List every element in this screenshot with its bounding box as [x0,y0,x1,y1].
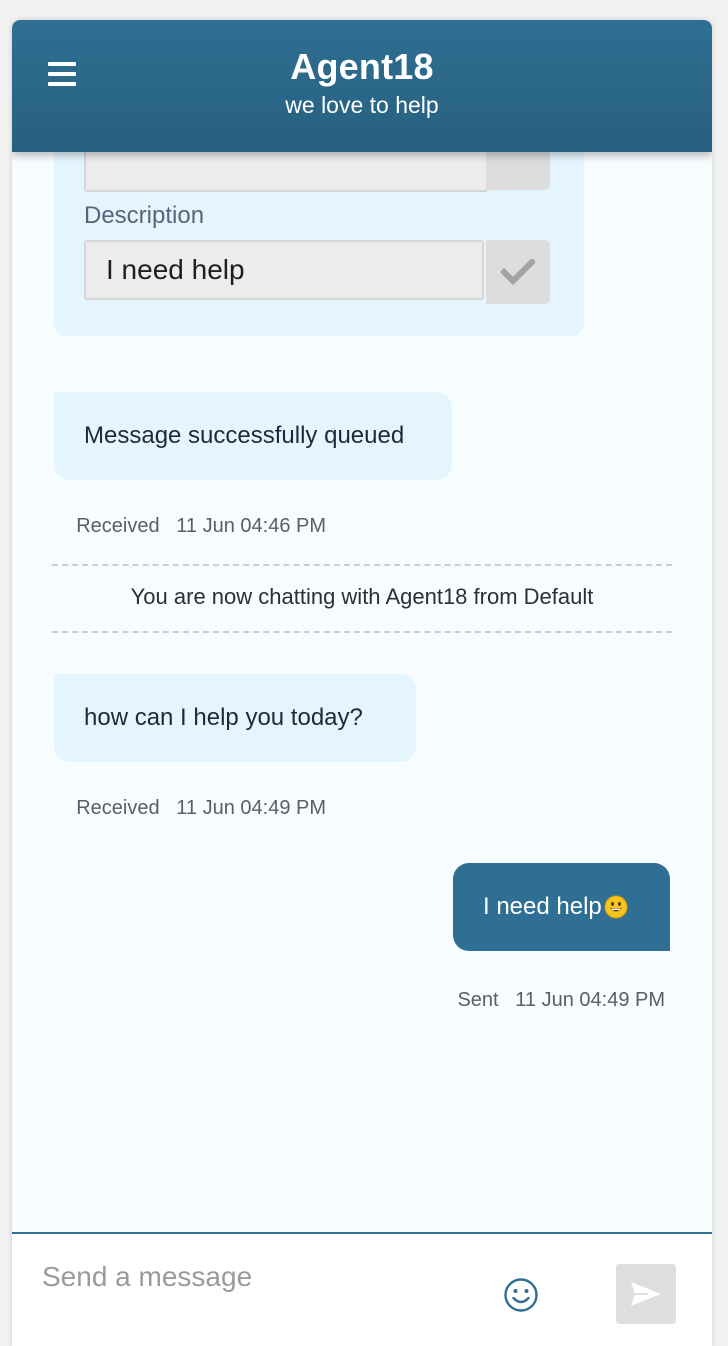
description-input[interactable]: I need help [84,240,484,300]
chat-header: Agent18 we love to help [12,20,712,152]
message-status: Sent [457,989,499,1011]
message-meta: Received 11 Jun 04:46 PM [54,492,326,561]
prechat-form: Description I need help [54,120,584,336]
message-text: Message successfully queued [84,422,405,449]
message-meta: Sent 11 Jun 04:49 PM [435,966,665,1035]
message-text: how can I help you today? [84,704,363,731]
agent-name-title: Agent18 [290,46,434,87]
message-text: I need help [483,893,602,920]
message-composer [12,1232,712,1346]
send-arrow-icon [631,1282,661,1306]
smiley-icon[interactable] [502,1276,540,1314]
checkmark-icon [501,259,535,285]
send-button[interactable] [616,1264,676,1324]
description-submit-button[interactable] [486,240,550,304]
chat-window: Description I need help Message successf… [12,20,712,1346]
message-bubble-sent: I need help [453,863,670,951]
message-bubble-received: Message successfully queued [54,392,452,480]
divider-top [52,564,672,566]
description-label: Description [84,202,205,229]
system-message: You are now chatting with Agent18 from D… [130,584,594,609]
message-bubble-received: how can I help you today? [54,674,416,762]
message-timestamp: 11 Jun 04:46 PM [176,515,327,537]
message-status: Received [76,515,160,537]
message-timestamp: 11 Jun 04:49 PM [515,989,665,1011]
divider-bottom [52,631,672,633]
message-status: Received [76,797,160,819]
message-timestamp: 11 Jun 04:49 PM [176,797,327,819]
message-input[interactable] [40,1256,464,1298]
message-meta: Received 11 Jun 04:49 PM [54,774,326,843]
smiling-face-emoji [604,895,628,919]
header-subtitle: we love to help [285,92,439,118]
